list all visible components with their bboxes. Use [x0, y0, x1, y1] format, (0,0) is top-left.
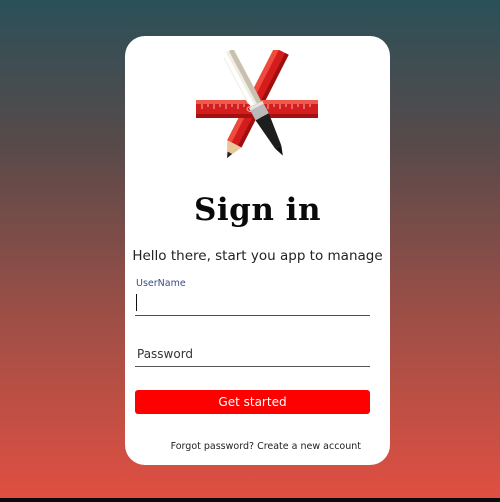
password-input[interactable]: [135, 343, 374, 365]
forgot-password-link[interactable]: Forgot password?: [171, 441, 254, 452]
account-links: Forgot password? Create a new account: [125, 441, 361, 453]
page-title: Sign in: [194, 192, 321, 228]
password-field[interactable]: [135, 334, 374, 367]
sign-in-card: Sign in Hello there, start you app to ma…: [125, 36, 390, 465]
username-label: UserName: [136, 278, 186, 289]
username-input[interactable]: [135, 292, 374, 314]
page-subtitle: Hello there, start you app to manage: [132, 248, 383, 264]
create-account-link[interactable]: Create a new account: [257, 441, 361, 452]
username-field[interactable]: UserName: [135, 278, 374, 316]
app-logo-icon: [196, 50, 318, 159]
get-started-button[interactable]: Get started: [135, 390, 370, 414]
bottom-edge-bar: [0, 498, 500, 502]
